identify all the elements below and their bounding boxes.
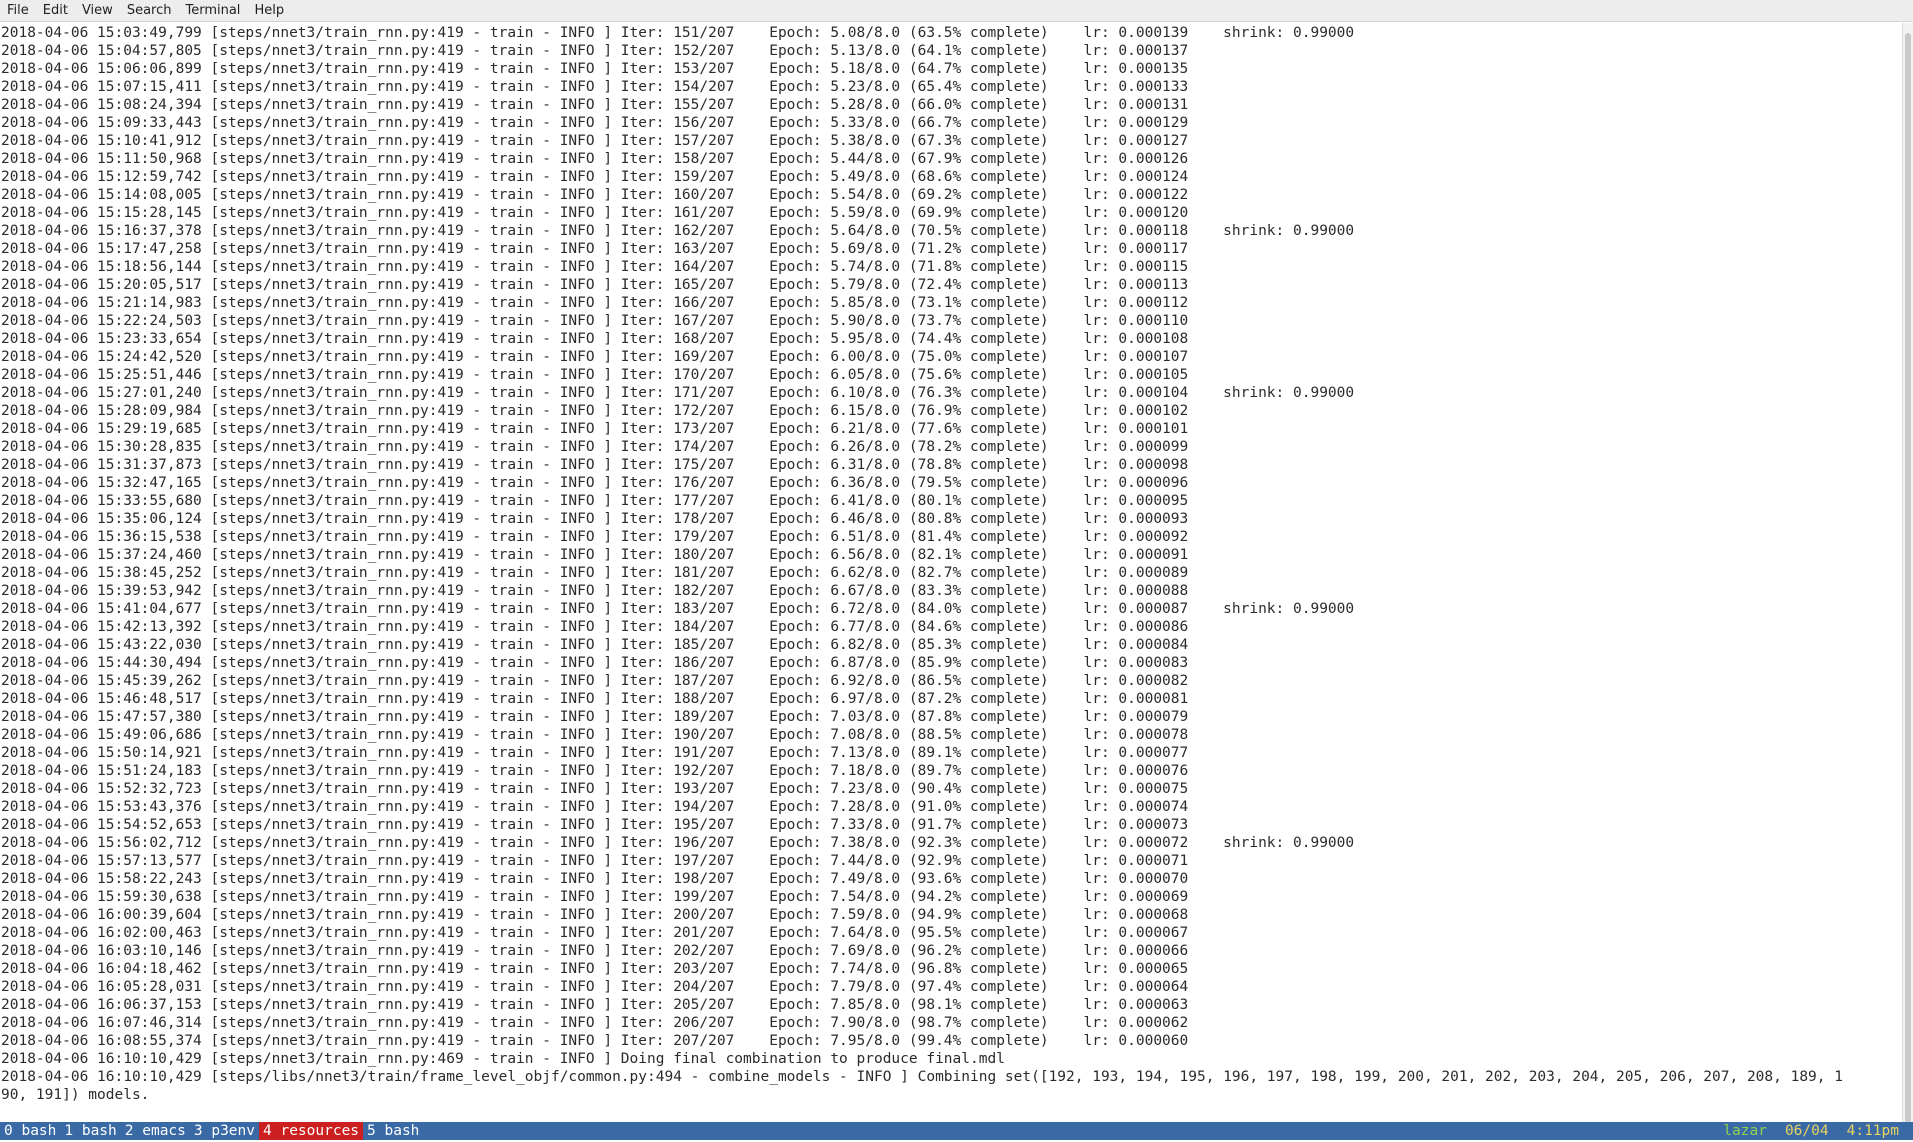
terminal-line: 2018-04-06 15:57:13,577 [steps/nnet3/tra… [1,853,1189,869]
terminal-line: 2018-04-06 15:53:43,376 [steps/nnet3/tra… [1,799,1189,815]
terminal-line: 2018-04-06 15:31:37,873 [steps/nnet3/tra… [1,457,1189,473]
terminal-line: 2018-04-06 15:11:50,968 [steps/nnet3/tra… [1,151,1189,167]
terminal-line: 2018-04-06 15:43:22,030 [steps/nnet3/tra… [1,637,1189,653]
terminal-line: 2018-04-06 15:29:19,685 [steps/nnet3/tra… [1,421,1189,437]
menu-view[interactable]: View [75,0,120,22]
terminal-line: 2018-04-06 15:47:57,380 [steps/nnet3/tra… [1,709,1189,725]
terminal-line: 2018-04-06 16:08:55,374 [steps/nnet3/tra… [1,1033,1189,1049]
tmux-window-2[interactable]: 2 emacs [121,1122,190,1140]
terminal-line: 2018-04-06 15:20:05,517 [steps/nnet3/tra… [1,277,1189,293]
menu-bar: File Edit View Search Terminal Help [0,0,1913,22]
terminal-line: 2018-04-06 16:06:37,153 [steps/nnet3/tra… [1,997,1189,1013]
terminal-line: 2018-04-06 15:51:24,183 [steps/nnet3/tra… [1,763,1189,779]
terminal-line: 2018-04-06 15:22:24,503 [steps/nnet3/tra… [1,313,1189,329]
status-time: 4:11pm [1846,1123,1899,1139]
terminal-line: 2018-04-06 15:18:56,144 [steps/nnet3/tra… [1,259,1189,275]
terminal-line: 2018-04-06 16:04:18,462 [steps/nnet3/tra… [1,961,1189,977]
terminal-line: 2018-04-06 15:03:49,799 [steps/nnet3/tra… [1,25,1355,41]
tmux-window-3[interactable]: 3 p3env [190,1122,259,1140]
terminal-scrollbar[interactable] [1902,23,1913,1123]
terminal-line: 2018-04-06 15:33:55,680 [steps/nnet3/tra… [1,493,1189,509]
menu-edit[interactable]: Edit [36,0,75,22]
terminal-line: 2018-04-06 16:05:28,031 [steps/nnet3/tra… [1,979,1189,995]
terminal-line: 2018-04-06 15:45:39,262 [steps/nnet3/tra… [1,673,1189,689]
terminal-line: 2018-04-06 15:06:06,899 [steps/nnet3/tra… [1,61,1189,77]
terminal-line: 2018-04-06 15:38:45,252 [steps/nnet3/tra… [1,565,1189,581]
terminal-line: 2018-04-06 15:56:02,712 [steps/nnet3/tra… [1,835,1355,851]
terminal-line: 2018-04-06 16:00:39,604 [steps/nnet3/tra… [1,907,1189,923]
terminal-line: 2018-04-06 15:23:33,654 [steps/nnet3/tra… [1,331,1189,347]
terminal-line: 2018-04-06 15:08:24,394 [steps/nnet3/tra… [1,97,1189,113]
terminal-line: 2018-04-06 15:28:09,984 [steps/nnet3/tra… [1,403,1189,419]
terminal-line: 2018-04-06 15:39:53,942 [steps/nnet3/tra… [1,583,1189,599]
terminal-line: 90, 191]) models. [1,1087,150,1103]
terminal-line: 2018-04-06 15:16:37,378 [steps/nnet3/tra… [1,223,1355,239]
terminal-line: 2018-04-06 15:30:28,835 [steps/nnet3/tra… [1,439,1189,455]
menu-file[interactable]: File [0,0,36,22]
terminal-line: 2018-04-06 15:12:59,742 [steps/nnet3/tra… [1,169,1189,185]
terminal-line: 2018-04-06 15:58:22,243 [steps/nnet3/tra… [1,871,1189,887]
terminal-line: 2018-04-06 15:36:15,538 [steps/nnet3/tra… [1,529,1189,545]
terminal-line: 2018-04-06 15:50:14,921 [steps/nnet3/tra… [1,745,1189,761]
tmux-window-0[interactable]: 0 bash [0,1122,60,1140]
terminal-line: 2018-04-06 15:09:33,443 [steps/nnet3/tra… [1,115,1189,131]
terminal-line: 2018-04-06 16:03:10,146 [steps/nnet3/tra… [1,943,1189,959]
status-user: lazar [1723,1123,1767,1139]
terminal-line: 2018-04-06 15:41:04,677 [steps/nnet3/tra… [1,601,1355,617]
tmux-window-5[interactable]: 5 bash [363,1122,423,1140]
terminal-line: 2018-04-06 16:07:46,314 [steps/nnet3/tra… [1,1015,1189,1031]
terminal-output[interactable]: 2018-04-06 15:03:49,799 [steps/nnet3/tra… [1,24,1898,1122]
terminal-line: 2018-04-06 15:52:32,723 [steps/nnet3/tra… [1,781,1189,797]
menu-help[interactable]: Help [247,0,291,22]
terminal-line: 2018-04-06 15:35:06,124 [steps/nnet3/tra… [1,511,1189,527]
terminal-line: 2018-04-06 16:10:10,429 [steps/libs/nnet… [1,1069,1843,1085]
terminal-line: 2018-04-06 15:32:47,165 [steps/nnet3/tra… [1,475,1189,491]
terminal-line: 2018-04-06 15:54:52,653 [steps/nnet3/tra… [1,817,1189,833]
status-date: 06/04 [1784,1123,1829,1139]
terminal-line: 2018-04-06 15:42:13,392 [steps/nnet3/tra… [1,619,1189,635]
terminal-line: 2018-04-06 16:10:10,429 [steps/nnet3/tra… [1,1051,1005,1067]
terminal-line: 2018-04-06 15:04:57,805 [steps/nnet3/tra… [1,43,1189,59]
terminal-line: 2018-04-06 15:14:08,005 [steps/nnet3/tra… [1,187,1189,203]
terminal-line: 2018-04-06 15:10:41,912 [steps/nnet3/tra… [1,133,1189,149]
terminal-line: 2018-04-06 15:17:47,258 [steps/nnet3/tra… [1,241,1189,257]
tmux-window-1[interactable]: 1 bash [60,1122,120,1140]
menu-terminal[interactable]: Terminal [178,0,247,22]
tmux-window-4[interactable]: 4 resources [259,1122,364,1140]
terminal-line: 2018-04-06 15:49:06,686 [steps/nnet3/tra… [1,727,1189,743]
terminal-line: 2018-04-06 15:15:28,145 [steps/nnet3/tra… [1,205,1189,221]
tmux-status-bar: 0 bash 1 bash 2 emacs 3 p3env 4 resources 5 b… [0,1122,1913,1140]
terminal-line: 2018-04-06 15:21:14,983 [steps/nnet3/tra… [1,295,1189,311]
tmux-window-list: 0 bash 1 bash 2 emacs 3 p3env 4 resources 5 b… [0,1122,423,1140]
terminal-line: 2018-04-06 15:07:15,411 [steps/nnet3/tra… [1,79,1189,95]
status-right: lazar 06/04 4:11pm [1723,1122,1913,1140]
terminal-line: 2018-04-06 16:02:00,463 [steps/nnet3/tra… [1,925,1189,941]
scrollbar-thumb[interactable] [1905,33,1911,1123]
terminal-line: 2018-04-06 15:46:48,517 [steps/nnet3/tra… [1,691,1189,707]
terminal-line: 2018-04-06 15:25:51,446 [steps/nnet3/tra… [1,367,1189,383]
terminal-line: 2018-04-06 15:44:30,494 [steps/nnet3/tra… [1,655,1189,671]
terminal-line: 2018-04-06 15:27:01,240 [steps/nnet3/tra… [1,385,1355,401]
terminal-line: 2018-04-06 15:37:24,460 [steps/nnet3/tra… [1,547,1189,563]
terminal-line: 2018-04-06 15:24:42,520 [steps/nnet3/tra… [1,349,1189,365]
terminal-line: 2018-04-06 15:59:30,638 [steps/nnet3/tra… [1,889,1189,905]
menu-search[interactable]: Search [120,0,179,22]
